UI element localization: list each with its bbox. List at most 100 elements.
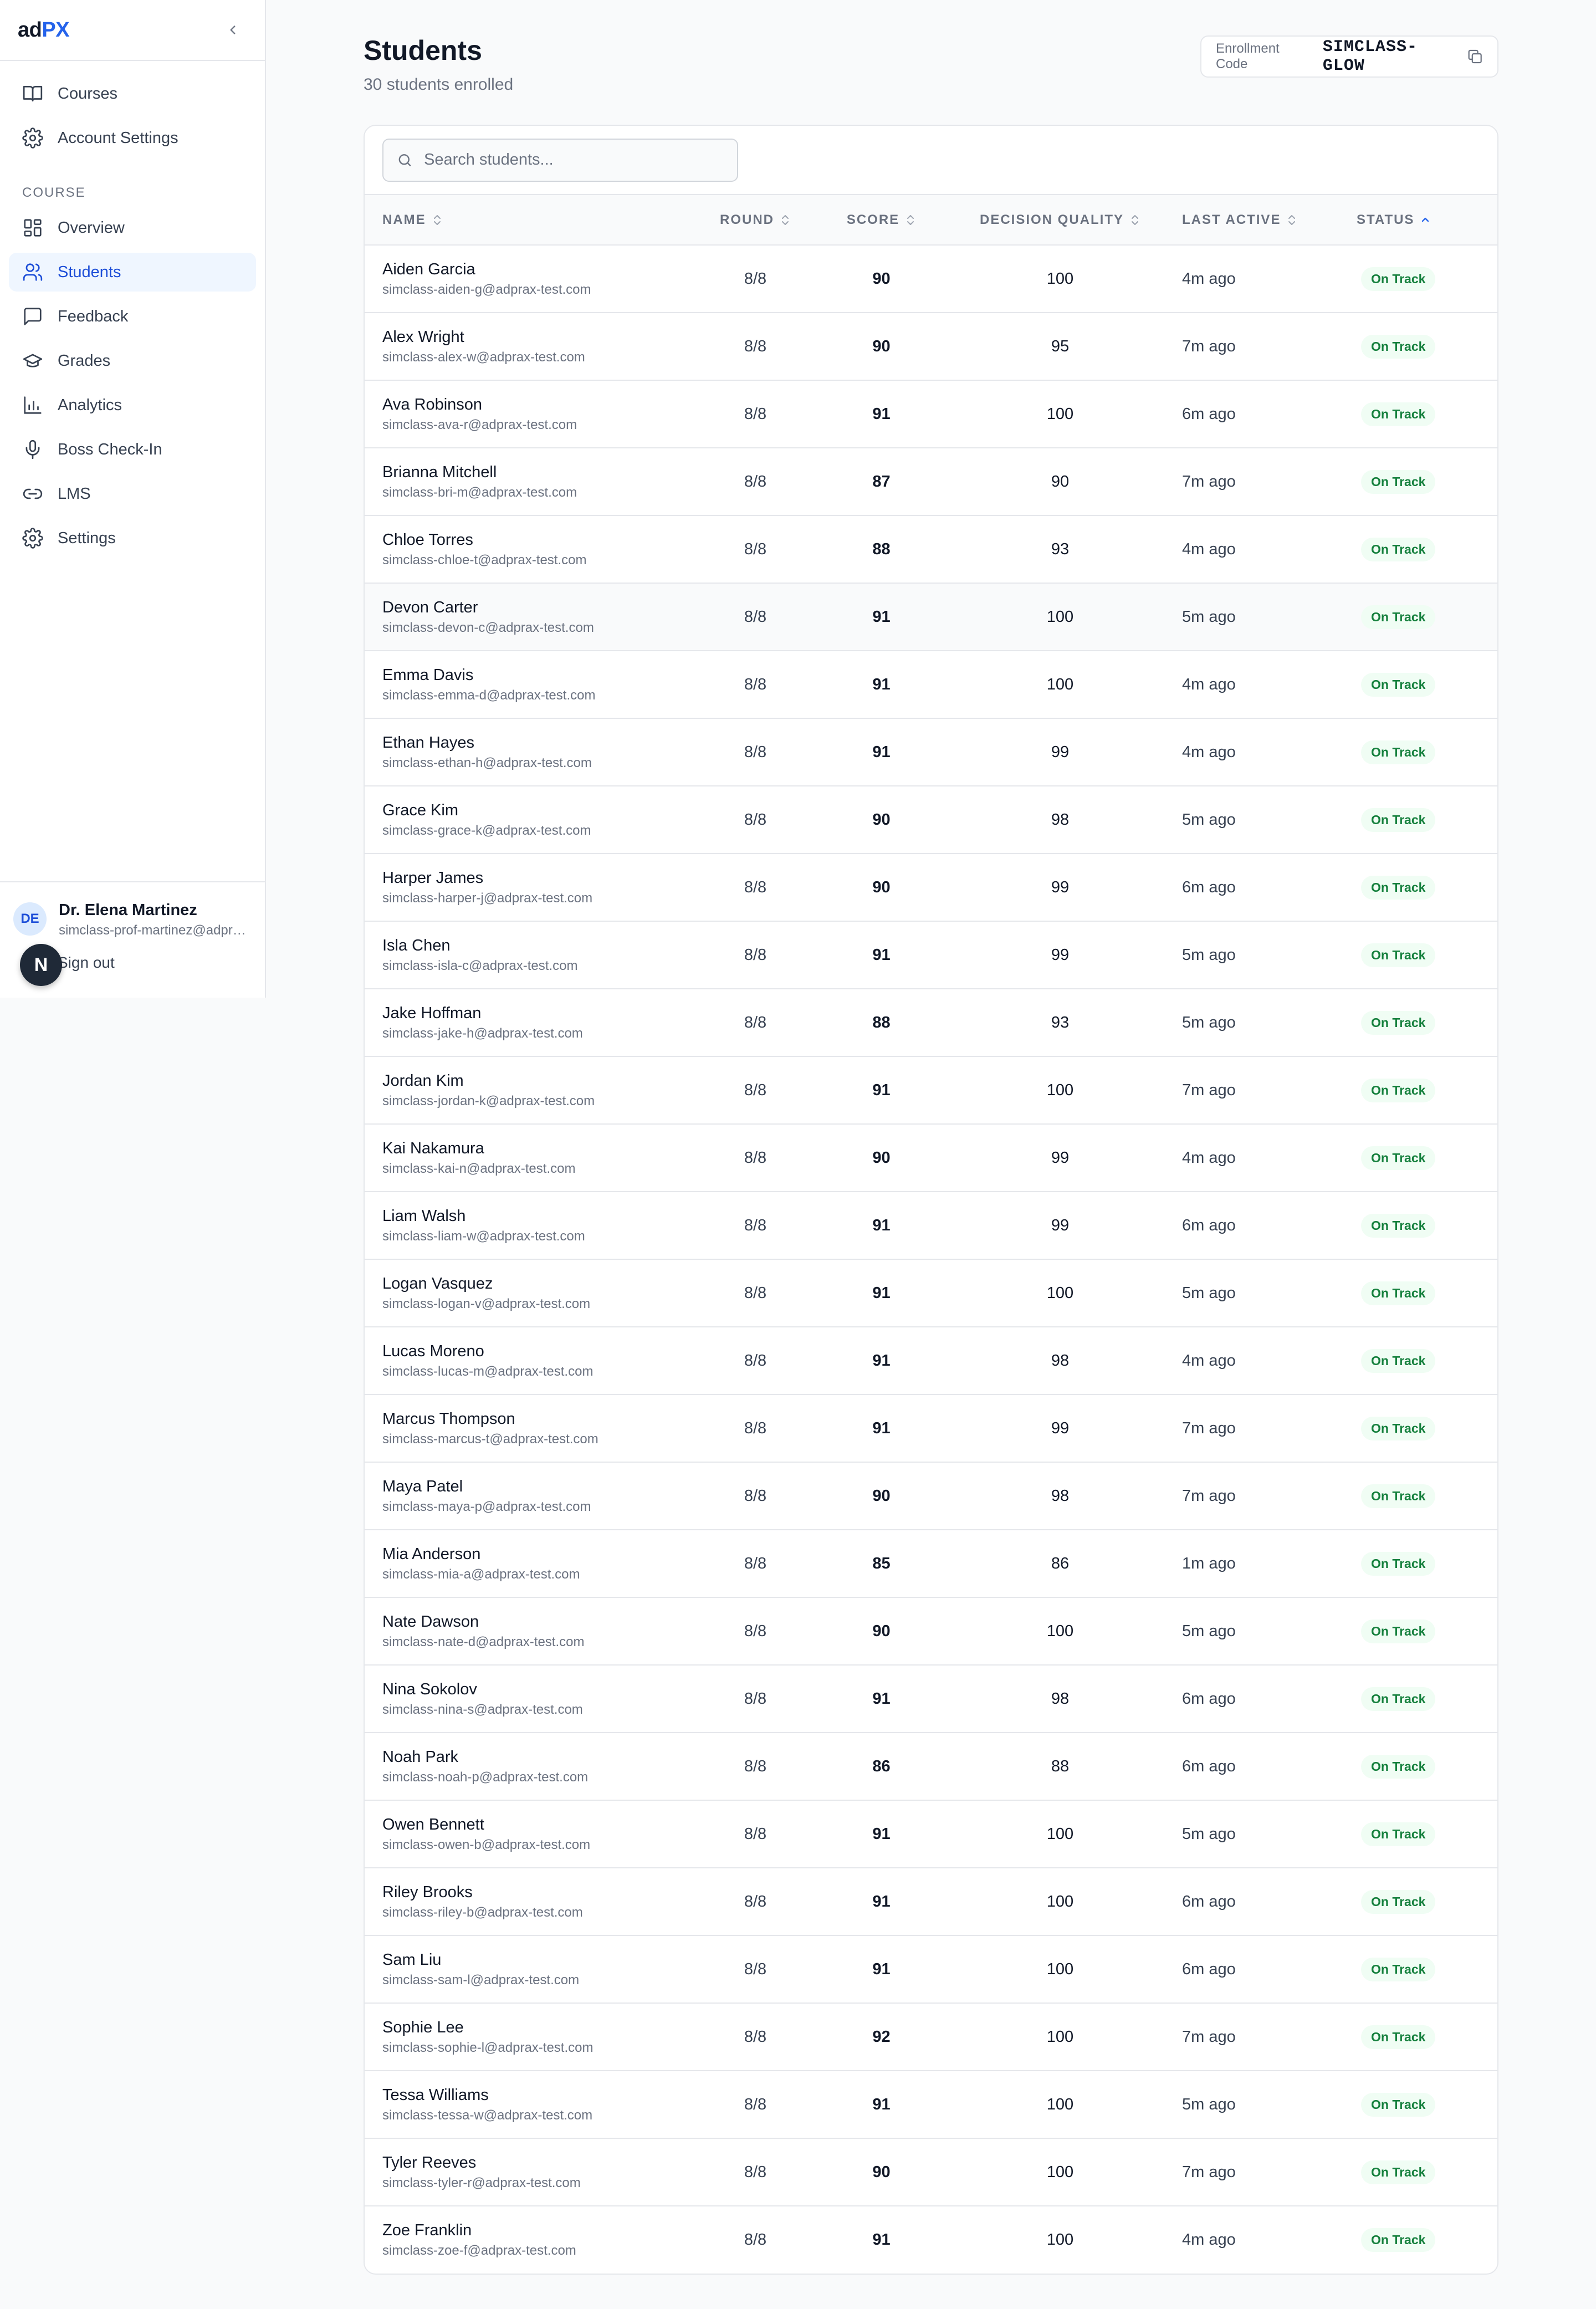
table-row[interactable]: Lucas Moreno simclass-lucas-m@adprax-test… [365, 1327, 1497, 1394]
column-header-round[interactable]: ROUND [692, 195, 819, 245]
search-input[interactable] [423, 151, 724, 169]
decision-quality-value: 100 [1046, 2231, 1074, 2249]
student-name[interactable]: Mia Anderson [382, 1545, 692, 1564]
column-header-decision-quality[interactable]: DECISION QUALITY [944, 195, 1176, 245]
student-name[interactable]: Jake Hoffman [382, 1004, 692, 1023]
sign-out-button[interactable]: Sign out [58, 954, 115, 972]
table-row[interactable]: Sophie Lee simclass-sophie-l@adprax-test.… [365, 2003, 1497, 2071]
last-active-cell: 7m ago [1176, 2138, 1357, 2206]
student-name[interactable]: Marcus Thompson [382, 1410, 692, 1428]
copy-icon[interactable] [1467, 48, 1483, 65]
round-total: /8 [753, 1148, 767, 1167]
last-active-cell: 5m ago [1176, 583, 1357, 651]
student-name[interactable]: Lucas Moreno [382, 1342, 692, 1361]
table-row[interactable]: Logan Vasquez simclass-logan-v@adprax-tes… [365, 1259, 1497, 1327]
sidebar-item-analytics[interactable]: Analytics [9, 386, 256, 425]
student-name[interactable]: Isla Chen [382, 937, 692, 955]
student-name[interactable]: Emma Davis [382, 666, 692, 684]
table-row[interactable]: Ava Robinson simclass-ava-r@adprax-test.c… [365, 380, 1497, 448]
decision-quality-cell: 99 [944, 921, 1176, 989]
student-name[interactable]: Logan Vasquez [382, 1275, 692, 1293]
table-row[interactable]: Owen Bennett simclass-owen-b@adprax-test.… [365, 1800, 1497, 1868]
student-name[interactable]: Devon Carter [382, 599, 692, 617]
table-row[interactable]: Kai Nakamura simclass-kai-n@adprax-test.c… [365, 1124, 1497, 1192]
table-row[interactable]: Ethan Hayes simclass-ethan-h@adprax-test.… [365, 718, 1497, 786]
table-row[interactable]: Nate Dawson simclass-nate-d@adprax-test.c… [365, 1597, 1497, 1665]
table-row[interactable]: Chloe Torres simclass-chloe-t@adprax-test… [365, 515, 1497, 583]
student-name[interactable]: Jordan Kim [382, 1072, 692, 1090]
student-name[interactable]: Harper James [382, 869, 692, 887]
round-current: 8 [744, 810, 753, 829]
student-name[interactable]: Sophie Lee [382, 2019, 692, 2037]
student-name[interactable]: Zoe Franklin [382, 2221, 692, 2240]
student-name[interactable]: Nina Sokolov [382, 1680, 692, 1699]
table-row[interactable]: Marcus Thompson simclass-marcus-t@adprax-… [365, 1394, 1497, 1462]
status-badge: On Track [1361, 1348, 1436, 1373]
column-header-last-active[interactable]: LAST ACTIVE [1176, 195, 1357, 245]
table-row[interactable]: Grace Kim simclass-grace-k@adprax-test.co… [365, 786, 1497, 854]
decision-quality-value: 100 [1046, 1892, 1074, 1910]
sidebar-item-courses[interactable]: Courses [9, 74, 256, 113]
sidebar-item-grades[interactable]: Grades [9, 341, 256, 380]
table-row[interactable]: Emma Davis simclass-emma-d@adprax-test.co… [365, 651, 1497, 718]
sidebar-item-lms[interactable]: LMS [9, 474, 256, 513]
sidebar-item-settings[interactable]: Settings [9, 519, 256, 558]
collapse-sidebar-button[interactable] [223, 20, 243, 40]
student-name[interactable]: Riley Brooks [382, 1883, 692, 1902]
student-name[interactable]: Ava Robinson [382, 396, 692, 414]
student-name[interactable]: Nate Dawson [382, 1613, 692, 1631]
student-name[interactable]: Tessa Williams [382, 2086, 692, 2104]
table-row[interactable]: Noah Park simclass-noah-p@adprax-test.com… [365, 1733, 1497, 1800]
column-header-name[interactable]: NAME [365, 195, 692, 245]
table-row[interactable]: Harper James simclass-harper-j@adprax-tes… [365, 854, 1497, 921]
student-name[interactable]: Alex Wright [382, 328, 692, 346]
table-row[interactable]: Nina Sokolov simclass-nina-s@adprax-test.… [365, 1665, 1497, 1733]
table-row[interactable]: Jake Hoffman simclass-jake-h@adprax-test.… [365, 989, 1497, 1056]
student-name[interactable]: Maya Patel [382, 1478, 692, 1496]
student-name[interactable]: Ethan Hayes [382, 734, 692, 752]
student-name[interactable]: Sam Liu [382, 1951, 692, 1969]
sidebar-item-boss-check-in[interactable]: Boss Check-In [9, 430, 256, 469]
table-row[interactable]: Isla Chen simclass-isla-c@adprax-test.com… [365, 921, 1497, 989]
table-row[interactable]: Tessa Williams simclass-tessa-w@adprax-te… [365, 2071, 1497, 2138]
decision-quality-cell: 98 [944, 1665, 1176, 1733]
sidebar-item-account-settings[interactable]: Account Settings [9, 119, 256, 157]
table-row[interactable]: Maya Patel simclass-maya-p@adprax-test.co… [365, 1462, 1497, 1530]
round-cell: 8/8 [692, 448, 819, 515]
student-name[interactable]: Brianna Mitchell [382, 463, 692, 482]
table-row[interactable]: Alex Wright simclass-alex-w@adprax-test.c… [365, 313, 1497, 380]
table-row[interactable]: Jordan Kim simclass-jordan-k@adprax-test.… [365, 1056, 1497, 1124]
sidebar-item-feedback[interactable]: Feedback [9, 297, 256, 336]
student-name[interactable]: Liam Walsh [382, 1207, 692, 1225]
table-row[interactable]: Mia Anderson simclass-mia-a@adprax-test.c… [365, 1530, 1497, 1597]
search-field[interactable] [382, 138, 738, 182]
table-row[interactable]: Sam Liu simclass-sam-l@adprax-test.com 8/8… [365, 1935, 1497, 2003]
table-row[interactable]: Devon Carter simclass-devon-c@adprax-test… [365, 583, 1497, 651]
decision-quality-cell: 99 [944, 854, 1176, 921]
sidebar-item-overview[interactable]: Overview [9, 208, 256, 247]
student-cell: Jake Hoffman simclass-jake-h@adprax-test.… [365, 989, 692, 1056]
table-row[interactable]: Zoe Franklin simclass-zoe-f@adprax-test.c… [365, 2206, 1497, 2274]
student-name[interactable]: Kai Nakamura [382, 1140, 692, 1158]
table-row[interactable]: Aiden Garcia simclass-aiden-g@adprax-test… [365, 245, 1497, 313]
student-name[interactable]: Chloe Torres [382, 531, 692, 549]
decision-quality-cell: 100 [944, 2138, 1176, 2206]
student-name[interactable]: Noah Park [382, 1748, 692, 1766]
table-row[interactable]: Brianna Mitchell simclass-bri-m@adprax-te… [365, 448, 1497, 515]
column-header-status[interactable]: STATUS [1357, 195, 1497, 245]
table-row[interactable]: Riley Brooks simclass-riley-b@adprax-test… [365, 1868, 1497, 1935]
score-cell: 90 [819, 245, 944, 313]
sidebar-item-students[interactable]: Students [9, 253, 256, 292]
round-cell: 8/8 [692, 583, 819, 651]
app-logo[interactable]: adPX [18, 18, 70, 42]
student-cell: Zoe Franklin simclass-zoe-f@adprax-test.c… [365, 2206, 692, 2274]
student-name[interactable]: Aiden Garcia [382, 260, 692, 279]
score-value: 91 [872, 1284, 891, 1302]
table-row[interactable]: Tyler Reeves simclass-tyler-r@adprax-test… [365, 2138, 1497, 2206]
table-row[interactable]: Liam Walsh simclass-liam-w@adprax-test.co… [365, 1192, 1497, 1259]
student-name[interactable]: Tyler Reeves [382, 2154, 692, 2172]
student-name[interactable]: Grace Kim [382, 801, 692, 820]
dev-tools-badge[interactable]: N [20, 944, 62, 986]
column-header-score[interactable]: SCORE [819, 195, 944, 245]
student-name[interactable]: Owen Bennett [382, 1816, 692, 1834]
